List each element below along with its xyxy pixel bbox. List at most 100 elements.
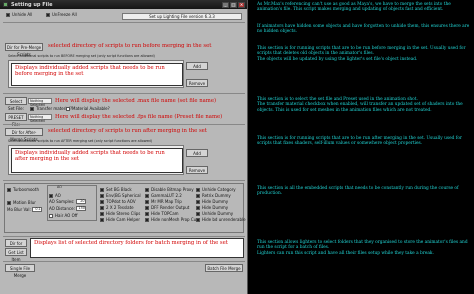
ao-samples-label: AO Samples:	[49, 199, 75, 204]
option-checkbox[interactable]: TOPdot to AOV	[100, 199, 136, 204]
batch-file-merge-button[interactable]: Batch File Merge	[205, 264, 243, 272]
title-bar: Setting up File _ □ ×	[0, 0, 247, 9]
checkbox-box[interactable]	[196, 187, 200, 192]
checkbox-box[interactable]	[145, 193, 149, 198]
after-merge-script-list[interactable]: Displays individually added scripts that…	[8, 145, 184, 175]
checkbox-box[interactable]	[196, 217, 200, 222]
preset-file-note: Here will display the selected .fps file…	[55, 114, 223, 120]
checkbox-box[interactable]	[7, 200, 11, 205]
note-set-file: This section is to select the set file a…	[257, 97, 463, 113]
checkbox-box[interactable]	[145, 205, 149, 210]
single-file-merge-button[interactable]: Single File Merge	[5, 264, 35, 278]
checkbox-box[interactable]	[145, 217, 149, 222]
option-checkbox[interactable]: Unhide Category	[196, 187, 236, 192]
select-set-file-button[interactable]: Select Set File:	[5, 97, 27, 111]
checkbox-box[interactable]	[66, 106, 70, 111]
preset-file-value: Nothing Selected	[28, 114, 52, 123]
option-checkbox[interactable]: Hide nonMesh Prop Cu	[145, 217, 196, 222]
checkbox-box[interactable]	[49, 193, 53, 198]
option-checkbox[interactable]: Mr MR Map Trip	[145, 199, 182, 204]
checkbox-box[interactable]	[30, 106, 34, 111]
option-checkbox[interactable]: Set BG Black	[100, 187, 132, 192]
ao-distance-label: AO Distance:	[49, 206, 75, 211]
batch-folder-list[interactable]: Displays list of selected directory fold…	[30, 238, 244, 258]
checkbox-box[interactable]	[46, 12, 50, 17]
app-icon	[3, 2, 8, 7]
checkbox-box[interactable]	[100, 199, 104, 204]
pre-merge-script-list[interactable]: Displays individually added scripts that…	[8, 60, 184, 88]
option-checkbox[interactable]: Hide Dummy	[196, 205, 228, 210]
option-checkbox[interactable]: GammaLUT 2.2	[145, 193, 182, 198]
pre-merge-remove-button[interactable]: Remove	[186, 79, 208, 87]
checkbox-box[interactable]	[100, 187, 104, 192]
checkbox-box[interactable]	[145, 187, 149, 192]
option-label: Hide bd unrenderable	[202, 217, 246, 222]
checkbox-box[interactable]	[100, 193, 104, 198]
option-checkbox[interactable]: Hide Dummy	[196, 199, 228, 204]
motion-blur-checkbox[interactable]: Motion Blur	[7, 200, 36, 205]
dir-for-batch-button[interactable]: Dir for Batch:	[5, 239, 27, 253]
unhide-all-label: Unhide All	[12, 12, 33, 17]
turbosmooth-checkbox[interactable]: Turbosmooth	[7, 187, 39, 192]
option-checkbox[interactable]: Unhide Dummy	[196, 211, 233, 216]
option-checkbox[interactable]: Hide Cam Helper	[100, 217, 140, 222]
checkbox-box[interactable]	[7, 187, 11, 192]
maximize-icon[interactable]: □	[230, 1, 237, 8]
pre-merge-add-button[interactable]: Add	[186, 62, 208, 70]
checkbox-box[interactable]	[100, 205, 104, 210]
after-merge-dir-button[interactable]: Dir for After-Merge Scripts	[5, 128, 43, 142]
option-checkbox[interactable]: Hide Stereo Clips	[100, 211, 140, 216]
mo-blur-val-row: Mo Blur Val: 0.1	[7, 207, 42, 212]
option-checkbox[interactable]: Disable Bitmap Proxy	[145, 187, 194, 192]
close-icon[interactable]: ×	[238, 1, 245, 8]
checkbox-box[interactable]	[196, 211, 200, 216]
ao-samples-input[interactable]: 20	[75, 199, 86, 204]
pre-merge-dir-button[interactable]: Dir for Pre-Merge Scripts	[5, 43, 43, 57]
option-checkbox[interactable]: Retrix Dummy	[196, 193, 231, 198]
pre-merge-caption: Select additional scripts to run BEFORE …	[8, 54, 155, 58]
mo-blur-val-input[interactable]: 0.1	[31, 207, 42, 212]
note-embedded: This section is all the embedded scripts…	[257, 186, 459, 197]
checkbox-box[interactable]	[145, 199, 149, 204]
checkbox-box[interactable]	[145, 211, 149, 216]
note-unhide: If animators have hidden some objects an…	[257, 24, 470, 35]
option-label: Hide Stereo Clips	[106, 211, 141, 216]
material-available-checkbox[interactable]: Material Available?	[66, 106, 110, 111]
ao-distance-input[interactable]: 150	[75, 206, 86, 211]
get-list-item-button[interactable]: Get List Item	[5, 248, 27, 262]
material-available-label: Material Available?	[72, 106, 110, 111]
option-checkbox[interactable]: Hide TOPCam	[145, 211, 179, 216]
ao-checkbox[interactable]: AO	[49, 193, 61, 198]
option-label: Hide TOPCam	[151, 211, 179, 216]
minimize-icon[interactable]: _	[222, 1, 229, 8]
after-merge-add-button[interactable]: Add	[186, 149, 208, 157]
option-label: 2 X 2 Tesslate	[106, 205, 134, 210]
option-checkbox[interactable]: 2 X 2 Tesslate	[100, 205, 134, 210]
hair-ao-off-checkbox[interactable]: Hair AO Off	[49, 213, 77, 218]
checkbox-box[interactable]	[196, 199, 200, 204]
checkbox-box[interactable]	[100, 211, 104, 216]
option-label: TOPdot to AOV	[106, 199, 136, 204]
unhide-all-checkbox[interactable]: Unhide All	[6, 12, 32, 17]
hair-ao-off-label: Hair AO Off	[55, 213, 78, 218]
checkbox-box[interactable]	[196, 193, 200, 198]
notes-panel: As Mr.Max's referencing can't use as goo…	[251, 0, 474, 294]
ao-title: AO	[57, 185, 62, 189]
unfreeze-all-checkbox[interactable]: UnFreeze All	[46, 12, 77, 17]
checkbox-box[interactable]	[100, 217, 104, 222]
checkbox-box[interactable]	[49, 213, 53, 218]
option-checkbox[interactable]: Hide bd unrenderable	[196, 217, 246, 222]
note-intro: As Mr.Max's referencing can't use as goo…	[257, 2, 451, 13]
option-checkbox[interactable]: Env(BG Spherical	[100, 193, 141, 198]
batch-folder-note: Displays list of selected directory fold…	[34, 240, 228, 246]
option-checkbox[interactable]: DFF Render Output	[145, 205, 189, 210]
after-merge-remove-button[interactable]: Remove	[186, 166, 208, 174]
divider	[3, 93, 245, 94]
option-label: Retrix Dummy	[202, 193, 231, 198]
after-merge-list-note: Displays individually added scripts that…	[15, 150, 165, 162]
after-merge-list-panel: Displays individually added scripts that…	[11, 148, 183, 173]
checkbox-box[interactable]	[196, 205, 200, 210]
checkbox-box[interactable]	[6, 12, 10, 17]
set-file-note: Here will display the selected .max file…	[55, 98, 217, 104]
preset-file-button[interactable]: PRESET File:	[5, 113, 27, 127]
